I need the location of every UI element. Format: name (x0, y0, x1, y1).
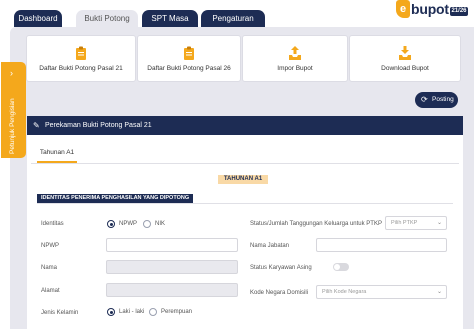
clipboard-icon (76, 46, 86, 60)
alamat-input[interactable] (106, 283, 238, 297)
form-card: ✎ Perekaman Bukti Potong Pasal 21 Tahuna… (27, 116, 463, 329)
radio-nik[interactable] (143, 220, 151, 228)
card-download-bupot[interactable]: Download Bupot (349, 35, 461, 82)
download-tray-icon (399, 46, 411, 60)
upload-tray-icon (289, 46, 301, 60)
card-label: Impor Bupot (277, 65, 313, 72)
npwp-input[interactable] (106, 238, 238, 252)
negara-label: Kode Negara Domisili (250, 290, 309, 296)
nama-input[interactable] (106, 260, 238, 274)
ptkp-select[interactable]: Pilih PTKP ⌄ (385, 216, 447, 230)
side-tab-label: Petunjuk Pengisian (9, 98, 16, 154)
karyawan-asing-label: Status Karyawan Asing (250, 265, 312, 271)
negara-placeholder: Pilih Kode Negara (322, 289, 367, 295)
npwp-label: NPWP (41, 243, 59, 249)
jenis-kelamin-label: Jenis Kelamin (41, 310, 79, 316)
card-daftar-pasal-26[interactable]: Daftar Bukti Potong Pasal 26 (137, 35, 241, 82)
negara-select[interactable]: Pilih Kode Negara ⌄ (316, 285, 447, 299)
chevron-down-icon: ⌄ (436, 220, 442, 226)
logo-mark: e (396, 0, 410, 18)
ebupot-logo: e bupot 21/26 (396, 0, 468, 20)
tab-pengaturan[interactable]: Pengaturan (201, 10, 265, 27)
version-badge: 21/26 (450, 7, 468, 16)
radio-npwp-label: NPWP (119, 221, 137, 227)
radio-perempuan-label: Perempuan (161, 309, 193, 315)
top-navbar: Dashboard Bukti Potong SPT Masa Pengatur… (0, 0, 474, 27)
form-title: Perekaman Bukti Potong Pasal 21 (45, 122, 152, 129)
identitas-label: Identitas (41, 221, 64, 227)
tab-dashboard[interactable]: Dashboard (14, 10, 62, 27)
karyawan-asing-toggle[interactable] (333, 263, 349, 271)
radio-laki-laki-label: Laki - laki (119, 309, 145, 315)
card-label: Daftar Bukti Potong Pasal 21 (39, 65, 123, 72)
divider (37, 203, 453, 204)
alamat-label: Alamat (41, 288, 60, 294)
radio-perempuan[interactable] (149, 308, 157, 316)
chevron-right-icon: › (10, 68, 13, 78)
divider (31, 163, 459, 164)
nama-label: Nama (41, 265, 58, 271)
radio-npwp[interactable] (107, 220, 115, 228)
radio-nik-label: NIK (155, 221, 166, 227)
chevron-down-icon: ⌄ (436, 289, 442, 295)
tab-spt-masa[interactable]: SPT Masa (142, 10, 198, 27)
card-label: Download Bupot (381, 65, 429, 72)
clipboard-icon (184, 46, 194, 60)
tab-tahunan-a1[interactable]: Tahunan A1 (37, 149, 77, 163)
tab-bukti-potong[interactable]: Bukti Potong (76, 10, 138, 27)
refresh-icon: ⟳ (421, 95, 428, 104)
petunjuk-pengisian-tab[interactable]: › Petunjuk Pengisian (1, 62, 26, 158)
ptkp-label: Status/Jumlah Tanggungan Keluarga untuk … (250, 221, 382, 227)
year-badge: TAHUNAN A1 (218, 175, 268, 184)
ptkp-placeholder: Pilih PTKP (391, 220, 418, 226)
pencil-icon: ✎ (33, 121, 40, 130)
card-daftar-pasal-21[interactable]: Daftar Bukti Potong Pasal 21 (26, 35, 136, 82)
logo-text: bupot (411, 1, 449, 17)
card-impor-bupot[interactable]: Impor Bupot (242, 35, 348, 82)
posting-label: Posting (432, 96, 454, 103)
jabatan-label: Nama Jabatan (250, 243, 290, 249)
card-label: Daftar Bukti Potong Pasal 26 (147, 65, 231, 72)
posting-button[interactable]: ⟳ Posting (415, 92, 458, 108)
form-header: ✎ Perekaman Bukti Potong Pasal 21 (27, 116, 463, 135)
jabatan-input[interactable] (316, 238, 447, 252)
radio-laki-laki[interactable] (107, 308, 115, 316)
section-title: IDENTITAS PENERIMA PENGHASILAN YANG DIPO… (37, 194, 193, 203)
